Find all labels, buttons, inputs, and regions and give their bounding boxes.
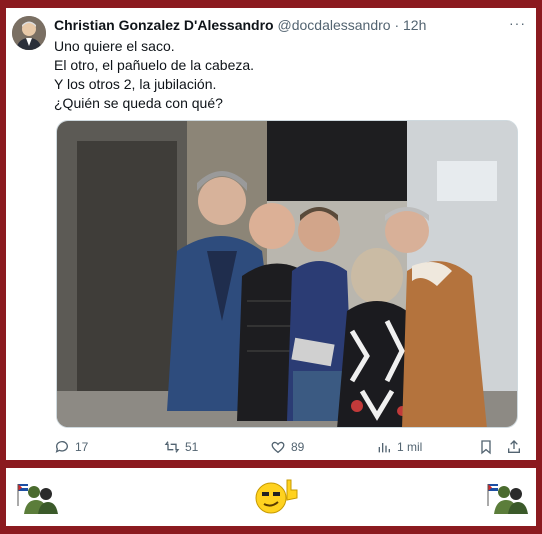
flag-soldiers-icon [487,484,528,514]
repost-button[interactable]: 51 [164,439,198,455]
view-count: 1 mil [397,440,423,454]
author-name[interactable]: Christian Gonzalez D'Alessandro [54,17,274,33]
tweet-line: ¿Quién se queda con qué? [54,95,223,111]
views-button[interactable]: 1 mil [376,439,422,455]
tweet-time[interactable]: 12h [403,17,426,33]
bookmark-button[interactable] [478,439,494,455]
tweet-line: Y los otros 2, la jubilación. [54,76,217,92]
share-button[interactable] [506,439,522,455]
tweet-header: Christian Gonzalez D'Alessandro @docdale… [54,15,526,35]
share-icon [508,440,520,453]
tweet-line: Uno quiere el saco. [54,38,175,54]
tweet-card[interactable]: Christian Gonzalez D'Alessandro @docdale… [6,8,536,460]
tweet-actions: 17 51 89 1 mil [54,439,522,457]
bookmark-icon [481,440,491,455]
more-options-icon[interactable]: ··· [509,15,526,31]
tweet-photo[interactable] [56,120,518,428]
repost-icon [164,441,180,453]
flag-soldiers-icon [17,484,58,514]
author-avatar[interactable] [12,16,46,50]
tweet-line: El otro, el pañuelo de la cabeza. [54,57,255,73]
dot-separator: · [394,17,400,33]
reply-count: 17 [75,440,89,454]
heart-icon [271,441,285,454]
tweet-text: Uno quiere el saco. El otro, el pañuelo … [54,37,514,113]
reply-icon [55,441,68,453]
views-icon [378,443,390,453]
smirk-thumbs-up-icon [255,479,298,514]
like-count: 89 [291,440,305,454]
reply-button[interactable]: 17 [54,439,88,455]
repost-count: 51 [185,440,199,454]
emoji-footer [6,468,536,526]
like-button[interactable]: 89 [270,439,304,455]
author-handle[interactable]: @docdalessandro [278,17,391,33]
